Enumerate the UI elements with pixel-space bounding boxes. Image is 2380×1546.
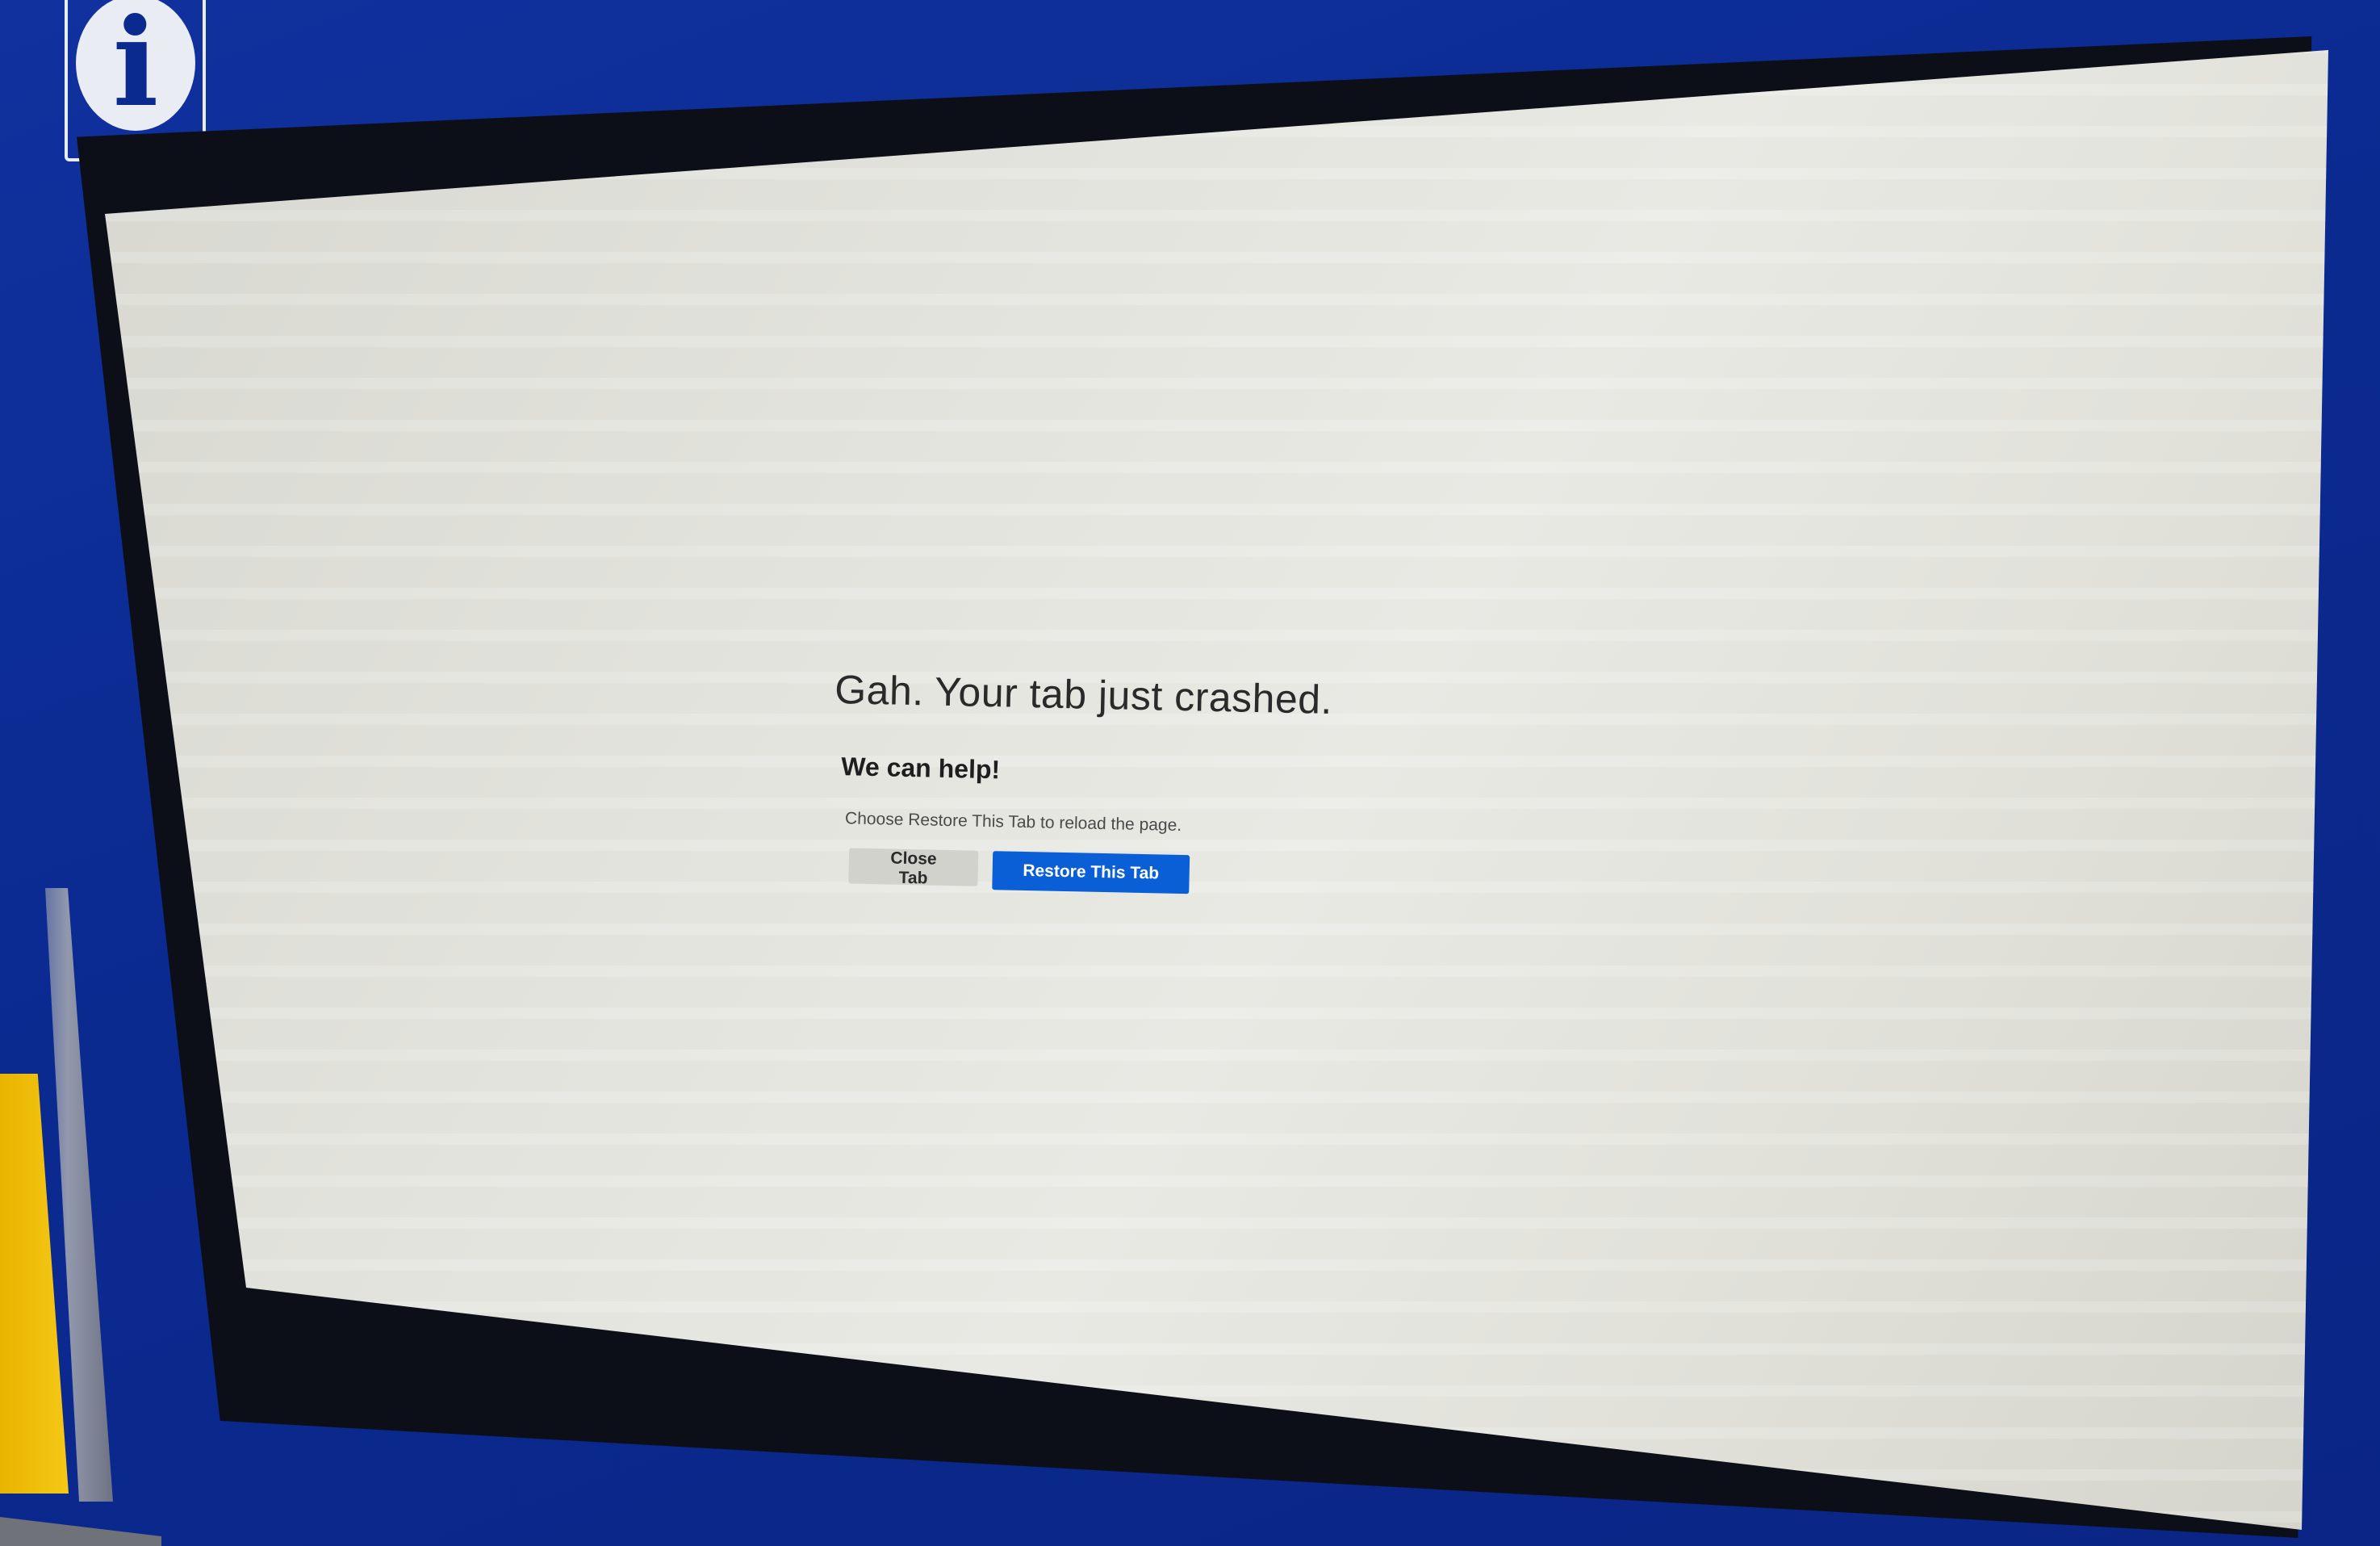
info-icon: i xyxy=(76,0,195,131)
restore-tab-button[interactable]: Restore This Tab xyxy=(992,851,1190,895)
kiosk-side-panel xyxy=(0,1074,69,1494)
crash-title: Gah. Your tab just crashed. xyxy=(834,666,1333,723)
floor xyxy=(0,1517,161,1546)
tab-crash-panel: Gah. Your tab just crashed. We can help!… xyxy=(830,666,1352,897)
crash-button-row: Close Tab Restore This Tab xyxy=(848,848,1348,897)
close-tab-button[interactable]: Close Tab xyxy=(848,848,979,887)
crash-subtitle: We can help! xyxy=(841,752,1001,785)
crash-description: Choose Restore This Tab to reload the pa… xyxy=(844,809,1182,836)
kiosk-scene: i Gah. Your tab just crashed. We can hel… xyxy=(0,0,2380,1546)
